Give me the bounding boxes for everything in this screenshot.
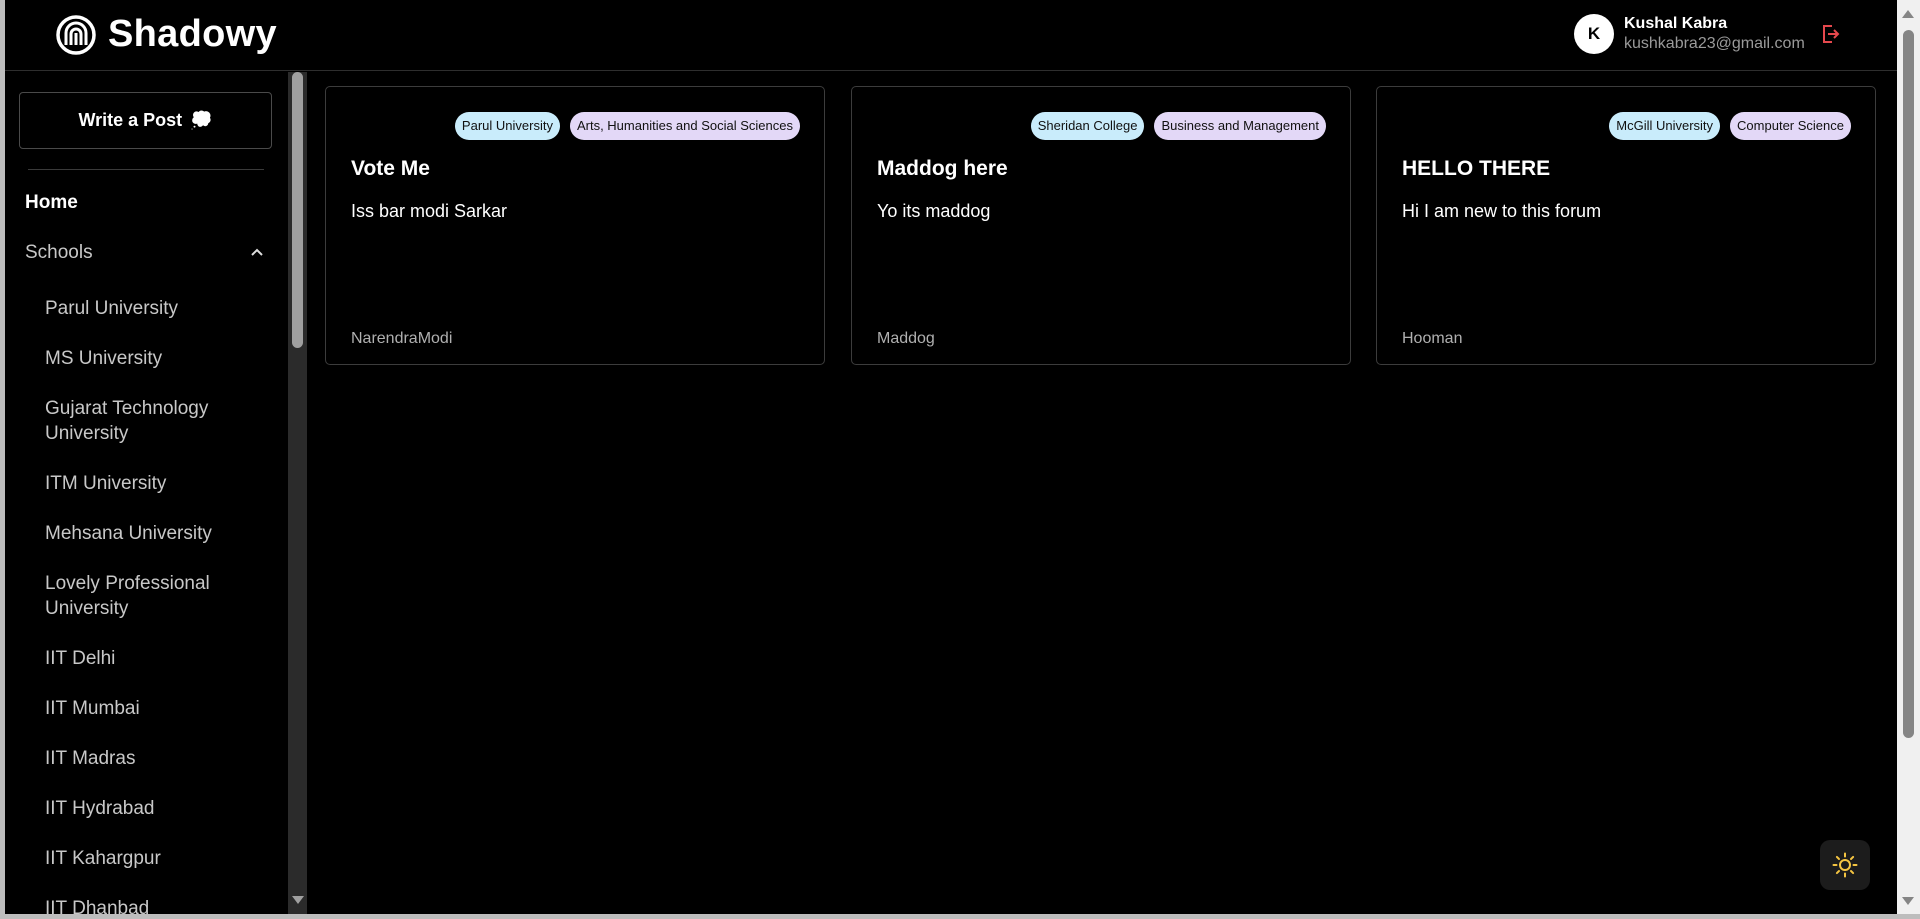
school-item[interactable]: IIT Delhi xyxy=(45,646,265,671)
school-item[interactable]: IIT Kahargpur xyxy=(45,846,265,871)
post-card[interactable]: Parul University Arts, Humanities and So… xyxy=(325,86,825,365)
post-title: Vote Me xyxy=(351,157,430,180)
thought-bubble-icon: 💭 xyxy=(190,110,213,130)
sidebar: Write a Post 💭 Home Schools Parul Univer… xyxy=(5,72,288,914)
user-name: Kushal Kabra xyxy=(1624,15,1728,32)
sidebar-scrollbar[interactable] xyxy=(288,72,307,914)
post-title: Maddog here xyxy=(877,157,1008,180)
scroll-down-arrow-icon[interactable] xyxy=(292,896,304,904)
brand-name[interactable]: Shadowy xyxy=(108,11,277,57)
subject-tag[interactable]: Arts, Humanities and Social Sciences xyxy=(569,112,800,140)
school-item[interactable]: Mehsana University xyxy=(45,521,265,546)
school-item[interactable]: IIT Madras xyxy=(45,746,265,771)
post-author: Hooman xyxy=(1402,330,1463,347)
post-author: NarendraModi xyxy=(351,330,453,347)
sun-icon xyxy=(1832,852,1858,878)
user-email: kushkabra23@gmail.com xyxy=(1624,35,1805,52)
sidebar-item-schools[interactable]: Schools xyxy=(25,242,93,264)
school-item[interactable]: Gujarat Technology University xyxy=(45,396,265,446)
school-item[interactable]: IIT Dhanbad xyxy=(45,896,265,914)
page-scrollbar[interactable] xyxy=(1897,0,1920,914)
post-body: Yo its maddog xyxy=(877,201,991,221)
school-tag[interactable]: Sheridan College xyxy=(1030,112,1145,140)
school-list: Parul University MS University Gujarat T… xyxy=(45,296,265,914)
page-scrollbar-thumb[interactable] xyxy=(1903,30,1914,738)
school-item[interactable]: IIT Hydrabad xyxy=(45,796,265,821)
sidebar-scrollbar-thumb[interactable] xyxy=(292,72,303,348)
sidebar-divider xyxy=(28,169,264,170)
post-title: HELLO THERE xyxy=(1402,157,1551,180)
school-item[interactable]: Parul University xyxy=(45,296,265,321)
post-author: Maddog xyxy=(877,330,935,347)
school-item[interactable]: IIT Mumbai xyxy=(45,696,265,721)
post-body: Iss bar modi Sarkar xyxy=(351,201,508,221)
sidebar-item-home[interactable]: Home xyxy=(25,192,78,214)
post-tags: McGill University Computer Science xyxy=(1609,112,1851,140)
logo-icon[interactable] xyxy=(55,14,97,56)
scroll-up-arrow-icon[interactable] xyxy=(1902,10,1914,18)
post-tags: Parul University Arts, Humanities and So… xyxy=(454,112,800,140)
avatar[interactable]: K xyxy=(1574,14,1614,54)
post-card[interactable]: McGill University Computer Science HELLO… xyxy=(1376,86,1876,365)
school-item[interactable]: ITM University xyxy=(45,471,265,496)
school-item[interactable]: MS University xyxy=(45,346,265,371)
chevron-up-icon[interactable] xyxy=(248,244,266,262)
subject-tag[interactable]: Computer Science xyxy=(1730,112,1851,140)
top-header: Shadowy K Kushal Kabra kushkabra23@gmail… xyxy=(5,0,1897,71)
school-tag[interactable]: McGill University xyxy=(1609,112,1721,140)
app-root: Shadowy K Kushal Kabra kushkabra23@gmail… xyxy=(5,0,1897,914)
logout-icon[interactable] xyxy=(1819,23,1841,45)
scroll-down-arrow-icon[interactable] xyxy=(1902,897,1914,905)
post-tags: Sheridan College Business and Management xyxy=(1030,112,1326,140)
school-tag[interactable]: Parul University xyxy=(454,112,560,140)
subject-tag[interactable]: Business and Management xyxy=(1154,112,1326,140)
post-body: Hi I am new to this forum xyxy=(1402,201,1602,221)
school-item[interactable]: Lovely Professional University xyxy=(45,571,265,621)
write-post-label: Write a Post xyxy=(78,110,183,130)
post-card[interactable]: Sheridan College Business and Management… xyxy=(851,86,1351,365)
theme-toggle-button[interactable] xyxy=(1820,840,1870,890)
write-post-button[interactable]: Write a Post 💭 xyxy=(19,92,272,149)
